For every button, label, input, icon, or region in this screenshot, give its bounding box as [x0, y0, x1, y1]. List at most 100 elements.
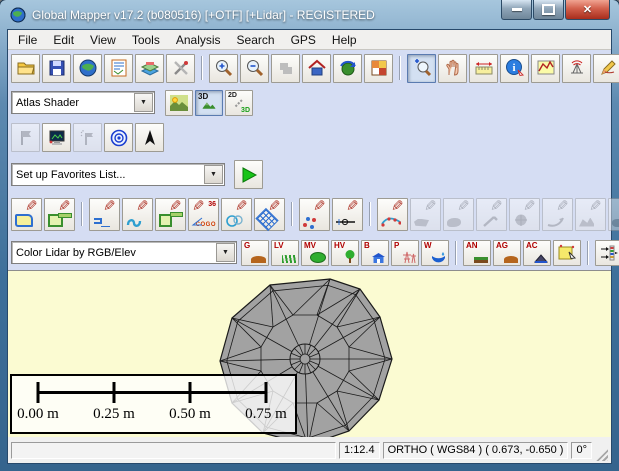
full-view-button[interactable] — [271, 54, 300, 83]
menu-file[interactable]: File — [10, 32, 45, 48]
refresh-map-button[interactable] — [333, 54, 362, 83]
overlay-control-center-button[interactable] — [135, 54, 164, 83]
measure-tool-button[interactable] — [469, 54, 498, 83]
move-feature-button[interactable]: ✎ — [410, 198, 441, 231]
move-vertex-button[interactable]: ✎ — [542, 198, 573, 231]
menu-edit[interactable]: Edit — [45, 32, 82, 48]
app-globe-icon — [10, 7, 26, 23]
hill-shader-button[interactable] — [165, 90, 193, 116]
create-circle-button[interactable]: ✎ — [221, 198, 252, 231]
menu-search[interactable]: Search — [229, 32, 283, 48]
classify-building-button[interactable]: B — [361, 240, 389, 266]
toolbar-digitizer: ✎ ✎ ✎ ✎ ✎ — [8, 193, 611, 235]
filter-lidar-button[interactable] — [595, 240, 619, 266]
create-rectangle-button[interactable]: ✎ — [44, 198, 75, 231]
maximize-button[interactable] — [533, 0, 564, 20]
edit-extra-button[interactable]: ✎ — [608, 198, 619, 231]
gps-mark-waypoint-button[interactable] — [73, 123, 102, 152]
gps-information-button[interactable] — [42, 123, 71, 152]
ground-mound-icon — [251, 256, 266, 263]
gray-globe-icon — [513, 214, 529, 227]
classify-water-button[interactable]: W — [421, 240, 449, 266]
toolbar-separator — [455, 241, 457, 265]
select-lidar-area-button[interactable] — [553, 240, 581, 266]
edit-globe-button[interactable]: ✎ — [509, 198, 540, 231]
map-display-options-button[interactable] — [104, 54, 133, 83]
menu-analysis[interactable]: Analysis — [168, 32, 229, 48]
insert-vertex-button[interactable]: ✎ — [476, 198, 507, 231]
close-button[interactable]: ✕ — [565, 0, 610, 20]
view-3d-label: 3D — [198, 92, 208, 101]
create-line-button[interactable]: ✎ — [89, 198, 120, 231]
shader-combo[interactable]: Atlas Shader ▼ — [11, 91, 155, 114]
path-profile-button[interactable] — [531, 54, 560, 83]
grass-icon — [282, 255, 296, 263]
classify-low-vegetation-button[interactable]: LV — [271, 240, 299, 266]
zoom-out-button[interactable] — [240, 54, 269, 83]
create-area-button[interactable]: ✎ — [11, 198, 42, 231]
auto-classify-buildings-button[interactable]: AC — [523, 240, 551, 266]
ac-label: AC — [526, 242, 538, 250]
zoom-in-button[interactable] — [209, 54, 238, 83]
save-button[interactable] — [42, 54, 71, 83]
hill-shade-icon — [169, 93, 189, 113]
pan-tool-button[interactable] — [438, 54, 467, 83]
map-viewport[interactable]: 0.00 m 0.25 m 0.50 m 0.75 m — [8, 270, 611, 437]
resize-grip[interactable] — [595, 448, 608, 461]
classify-medium-vegetation-button[interactable]: MV — [301, 240, 329, 266]
auto-classify-ground-button[interactable]: AG — [493, 240, 521, 266]
pencil-digitizer-icon — [598, 58, 618, 78]
zoom-tool-button[interactable] — [407, 54, 436, 83]
tile-windows-button[interactable] — [364, 54, 393, 83]
create-cogo-line-button[interactable]: ✎ 36 COGO — [188, 198, 219, 231]
favorites-combo-arrow-icon[interactable]: ▼ — [204, 165, 223, 184]
digitizer-tool-button[interactable] — [593, 54, 619, 83]
toolbar-separator — [81, 202, 83, 226]
menu-view[interactable]: View — [82, 32, 124, 48]
favorites-combo[interactable]: Set up Favorites List... ▼ — [11, 163, 225, 186]
scale-label-2: 0.50 m — [158, 406, 222, 423]
classify-ground-button[interactable]: G — [241, 240, 269, 266]
menu-help[interactable]: Help — [324, 32, 365, 48]
home-view-button[interactable] — [302, 54, 331, 83]
create-freehand-line-button[interactable]: ✎ — [122, 198, 153, 231]
gray-shape-icon — [414, 219, 429, 227]
run-favorite-button[interactable] — [234, 160, 263, 189]
split-2d3d-button[interactable]: 2D 3D — [225, 90, 253, 116]
edit-scene-button[interactable]: ✎ — [575, 198, 606, 231]
gps-keep-on-screen-button[interactable] — [104, 123, 133, 152]
classify-high-vegetation-button[interactable]: HV — [331, 240, 359, 266]
create-line-from-points-button[interactable]: ✎ — [377, 198, 408, 231]
view-shed-button[interactable] — [562, 54, 591, 83]
feature-info-tool-button[interactable]: i — [500, 54, 529, 83]
gray-pin-icon — [480, 216, 498, 227]
create-point-at-location-button[interactable]: ✎ — [332, 198, 363, 231]
edit-area-button[interactable]: ✎ — [443, 198, 474, 231]
create-regular-grid-button[interactable]: ✎ — [254, 198, 285, 231]
create-point-button[interactable]: ✎ — [299, 198, 330, 231]
high-veg-label: HV — [334, 242, 345, 250]
ag-label: AG — [496, 242, 508, 250]
classify-powerline-button[interactable]: P — [391, 240, 419, 266]
ground-label: G — [244, 242, 250, 250]
open-file-button[interactable] — [11, 54, 40, 83]
menu-tools[interactable]: Tools — [124, 32, 168, 48]
gps-start-tracking-button[interactable] — [11, 123, 40, 152]
minimize-button[interactable] — [501, 0, 532, 20]
download-online-data-button[interactable] — [73, 54, 102, 83]
scale-bar: 0.00 m 0.25 m 0.50 m 0.75 m — [10, 374, 297, 434]
configuration-button[interactable] — [166, 54, 195, 83]
view-3d-button[interactable]: 3D — [195, 90, 223, 116]
pencil-icon: ✎ — [523, 199, 536, 214]
lidar-combo-arrow-icon[interactable]: ▼ — [216, 243, 235, 262]
shader-combo-arrow-icon[interactable]: ▼ — [134, 93, 153, 112]
status-message-pane — [11, 442, 336, 459]
create-range-ring-button[interactable]: ✎ — [155, 198, 186, 231]
gps-vessel-button[interactable] — [135, 123, 164, 152]
pencil-icon: ✎ — [235, 199, 248, 214]
menu-gps[interactable]: GPS — [283, 32, 324, 48]
gray-shape-icon — [612, 219, 619, 227]
viewshed-tower-icon — [567, 58, 587, 78]
classify-noise-button[interactable]: AN — [463, 240, 491, 266]
lidar-combo[interactable]: Color Lidar by RGB/Elev ▼ — [11, 241, 237, 264]
